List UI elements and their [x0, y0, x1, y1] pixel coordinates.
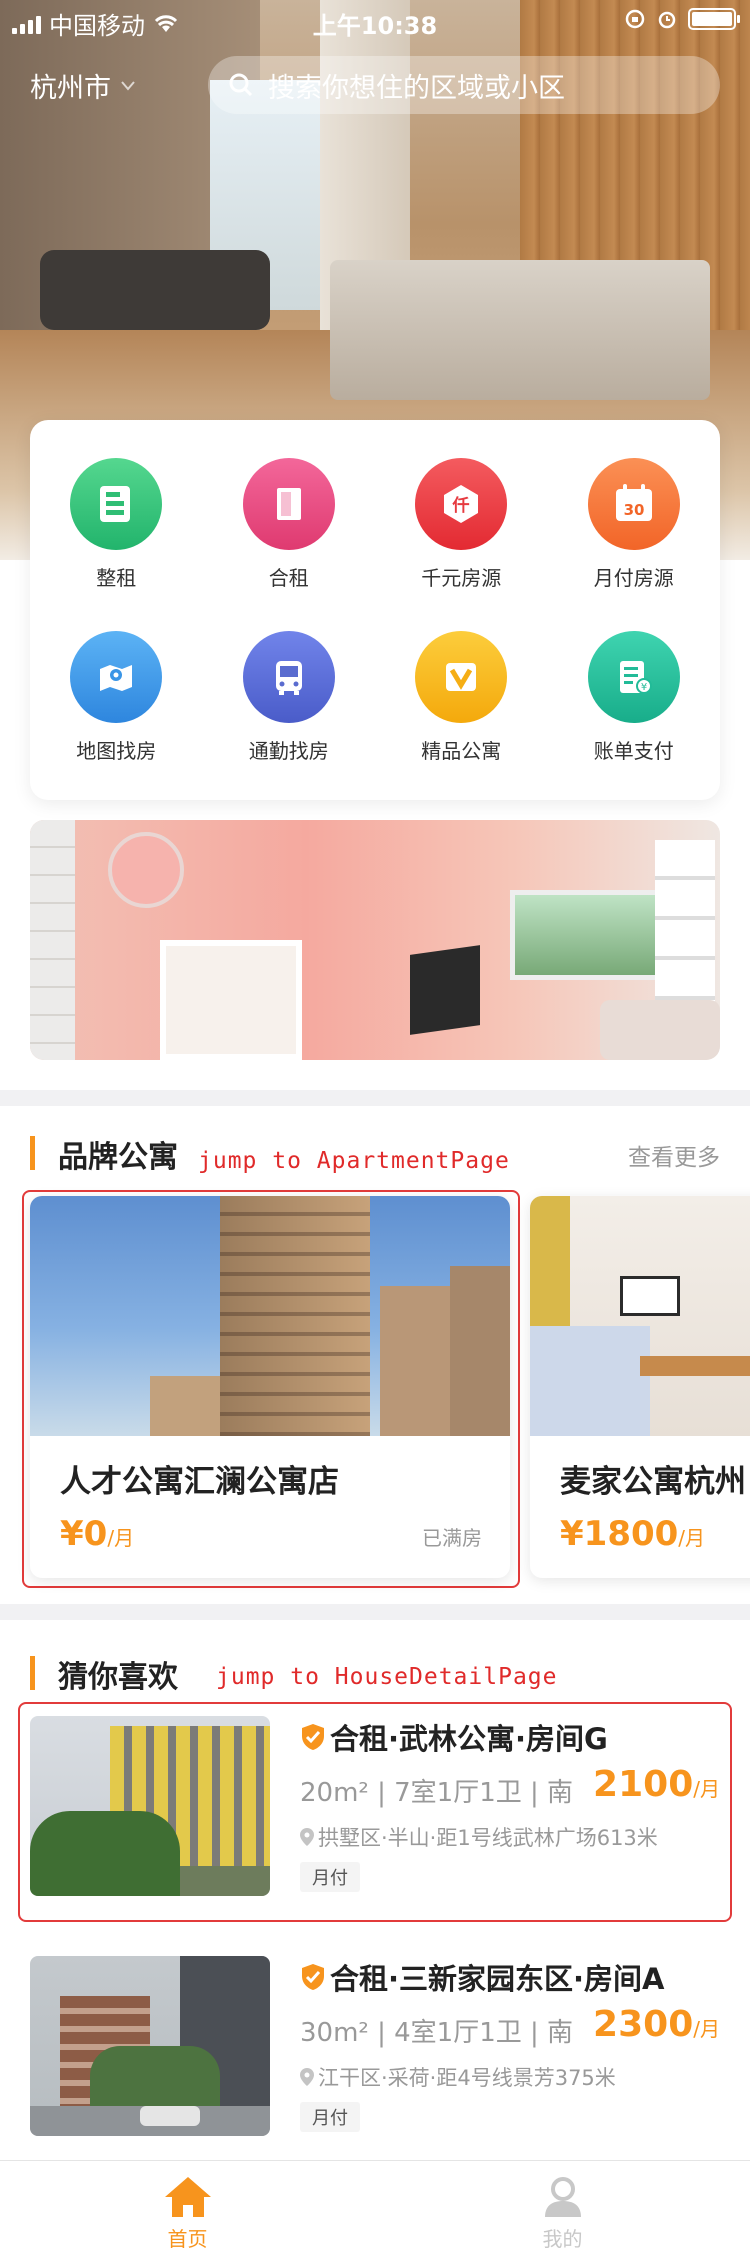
map-icon	[70, 631, 163, 723]
price-tag-icon: 仟	[415, 458, 508, 550]
tab-mine[interactable]: 我的	[375, 2161, 750, 2256]
apartment-photo	[530, 1196, 750, 1436]
apartment-photo	[30, 1196, 510, 1436]
category-commute-search[interactable]: 通勤找房	[203, 631, 376, 764]
v-badge-icon	[415, 631, 508, 723]
section-accent-bar	[30, 1656, 35, 1690]
section-accent-bar	[30, 1136, 35, 1170]
category-premium-apartment[interactable]: 精品公寓	[375, 631, 548, 764]
home-page: 中国移动 上午10:38 杭州市 搜索你想住的区域或小区 整租 合租 仟 千元房…	[0, 0, 750, 2256]
status-bar: 中国移动 上午10:38	[0, 0, 750, 42]
category-label: 地图找房	[76, 739, 157, 763]
rotation-lock-icon	[625, 9, 645, 29]
category-card: 整租 合租 仟 千元房源 30 月付房源 地图找房 通勤找房 精品公寓 ¥ 账单…	[30, 420, 720, 800]
category-label: 通勤找房	[248, 739, 329, 763]
alarm-icon	[658, 11, 676, 29]
house-spec: 30m² | 4室1厅1卫 | 南	[300, 2018, 574, 2048]
battery-icon	[688, 8, 740, 30]
promo-banner[interactable]	[30, 820, 720, 1060]
category-budget-rooms[interactable]: 仟 千元房源	[375, 458, 548, 591]
user-icon	[544, 2177, 581, 2217]
tab-label: 首页	[167, 2227, 208, 2251]
category-monthly-pay[interactable]: 30 月付房源	[548, 458, 721, 591]
category-map-search[interactable]: 地图找房	[30, 631, 203, 764]
annotation-apartment-page: jump to ApartmentPage	[198, 1148, 510, 1174]
apartment-price: ¥1800/月	[560, 1514, 706, 1554]
bottom-tab-bar: 首页 我的	[0, 2160, 750, 2256]
apartment-name: 人才公寓汇澜公寓店	[60, 1464, 339, 1500]
availability-status: 已满房	[422, 1526, 482, 1550]
category-label: 合租	[268, 566, 309, 590]
tab-label: 我的	[542, 2227, 583, 2251]
category-label: 千元房源	[421, 566, 502, 590]
search-input[interactable]: 搜索你想住的区域或小区	[208, 56, 720, 114]
section-divider	[0, 1604, 750, 1620]
home-icon	[164, 2177, 211, 2217]
location-pin-icon	[300, 2068, 314, 2086]
annotation-house-detail-page: jump to HouseDetailPage	[216, 1664, 558, 1690]
house-title: 合租·三新家园东区·房间A	[300, 1956, 664, 1998]
svg-text:仟: 仟	[452, 495, 470, 516]
section-divider	[0, 1090, 750, 1106]
house-spec: 20m² | 7室1厅1卫 | 南	[300, 1778, 574, 1808]
verified-shield-icon	[302, 1724, 324, 1750]
payment-tag: 月付	[300, 1862, 360, 1892]
svg-text:¥: ¥	[641, 682, 647, 693]
house-location: 拱墅区·半山·距1号线武林广场613米	[300, 1822, 658, 1852]
house-list-item[interactable]: 合租·武林公寓·房间G 20m² | 7室1厅1卫 | 南 2100/月 拱墅区…	[30, 1716, 720, 1896]
door-icon	[242, 458, 335, 550]
house-price: 2100/月	[593, 1764, 720, 1805]
section-title: 品牌公寓	[58, 1140, 178, 1175]
search-icon	[229, 73, 253, 97]
apartment-name: 麦家公寓杭州	[560, 1464, 746, 1500]
payment-tag: 月付	[300, 2102, 360, 2132]
verified-shield-icon	[302, 1964, 324, 1990]
city-label: 杭州市	[30, 73, 111, 104]
house-title: 合租·武林公寓·房间G	[300, 1716, 608, 1758]
house-list-item[interactable]: 合租·三新家园东区·房间A 30m² | 4室1厅1卫 | 南 2300/月 江…	[30, 1956, 720, 2136]
category-label: 月付房源	[593, 566, 674, 590]
category-label: 账单支付	[593, 739, 674, 763]
tab-home[interactable]: 首页	[0, 2161, 375, 2256]
apartment-doc-icon	[70, 458, 163, 550]
view-more-link[interactable]: 查看更多	[628, 1138, 720, 1172]
category-bill-payment[interactable]: ¥ 账单支付	[548, 631, 721, 764]
apartment-price: ¥0/月	[60, 1514, 135, 1554]
section-title: 猜你喜欢	[58, 1660, 178, 1695]
house-photo	[30, 1716, 270, 1896]
svg-text:30: 30	[623, 501, 644, 519]
house-price: 2300/月	[593, 2004, 720, 2045]
category-shared-rent[interactable]: 合租	[203, 458, 376, 591]
category-whole-rent[interactable]: 整租	[30, 458, 203, 591]
bus-icon	[242, 631, 335, 723]
house-location: 江干区·采荷·距4号线景芳375米	[300, 2062, 616, 2092]
apartment-card[interactable]: 麦家公寓杭州 ¥1800/月	[530, 1196, 750, 1578]
chevron-down-icon	[121, 80, 135, 91]
category-label: 整租	[96, 566, 137, 590]
bill-icon: ¥	[587, 631, 680, 723]
house-photo	[30, 1956, 270, 2136]
apartment-card[interactable]: 人才公寓汇澜公寓店 ¥0/月 已满房	[30, 1196, 510, 1578]
city-selector[interactable]: 杭州市	[30, 66, 135, 105]
calendar-icon: 30	[587, 458, 680, 550]
location-pin-icon	[300, 1828, 314, 1846]
search-placeholder: 搜索你想住的区域或小区	[268, 72, 565, 104]
category-label: 精品公寓	[421, 739, 502, 763]
